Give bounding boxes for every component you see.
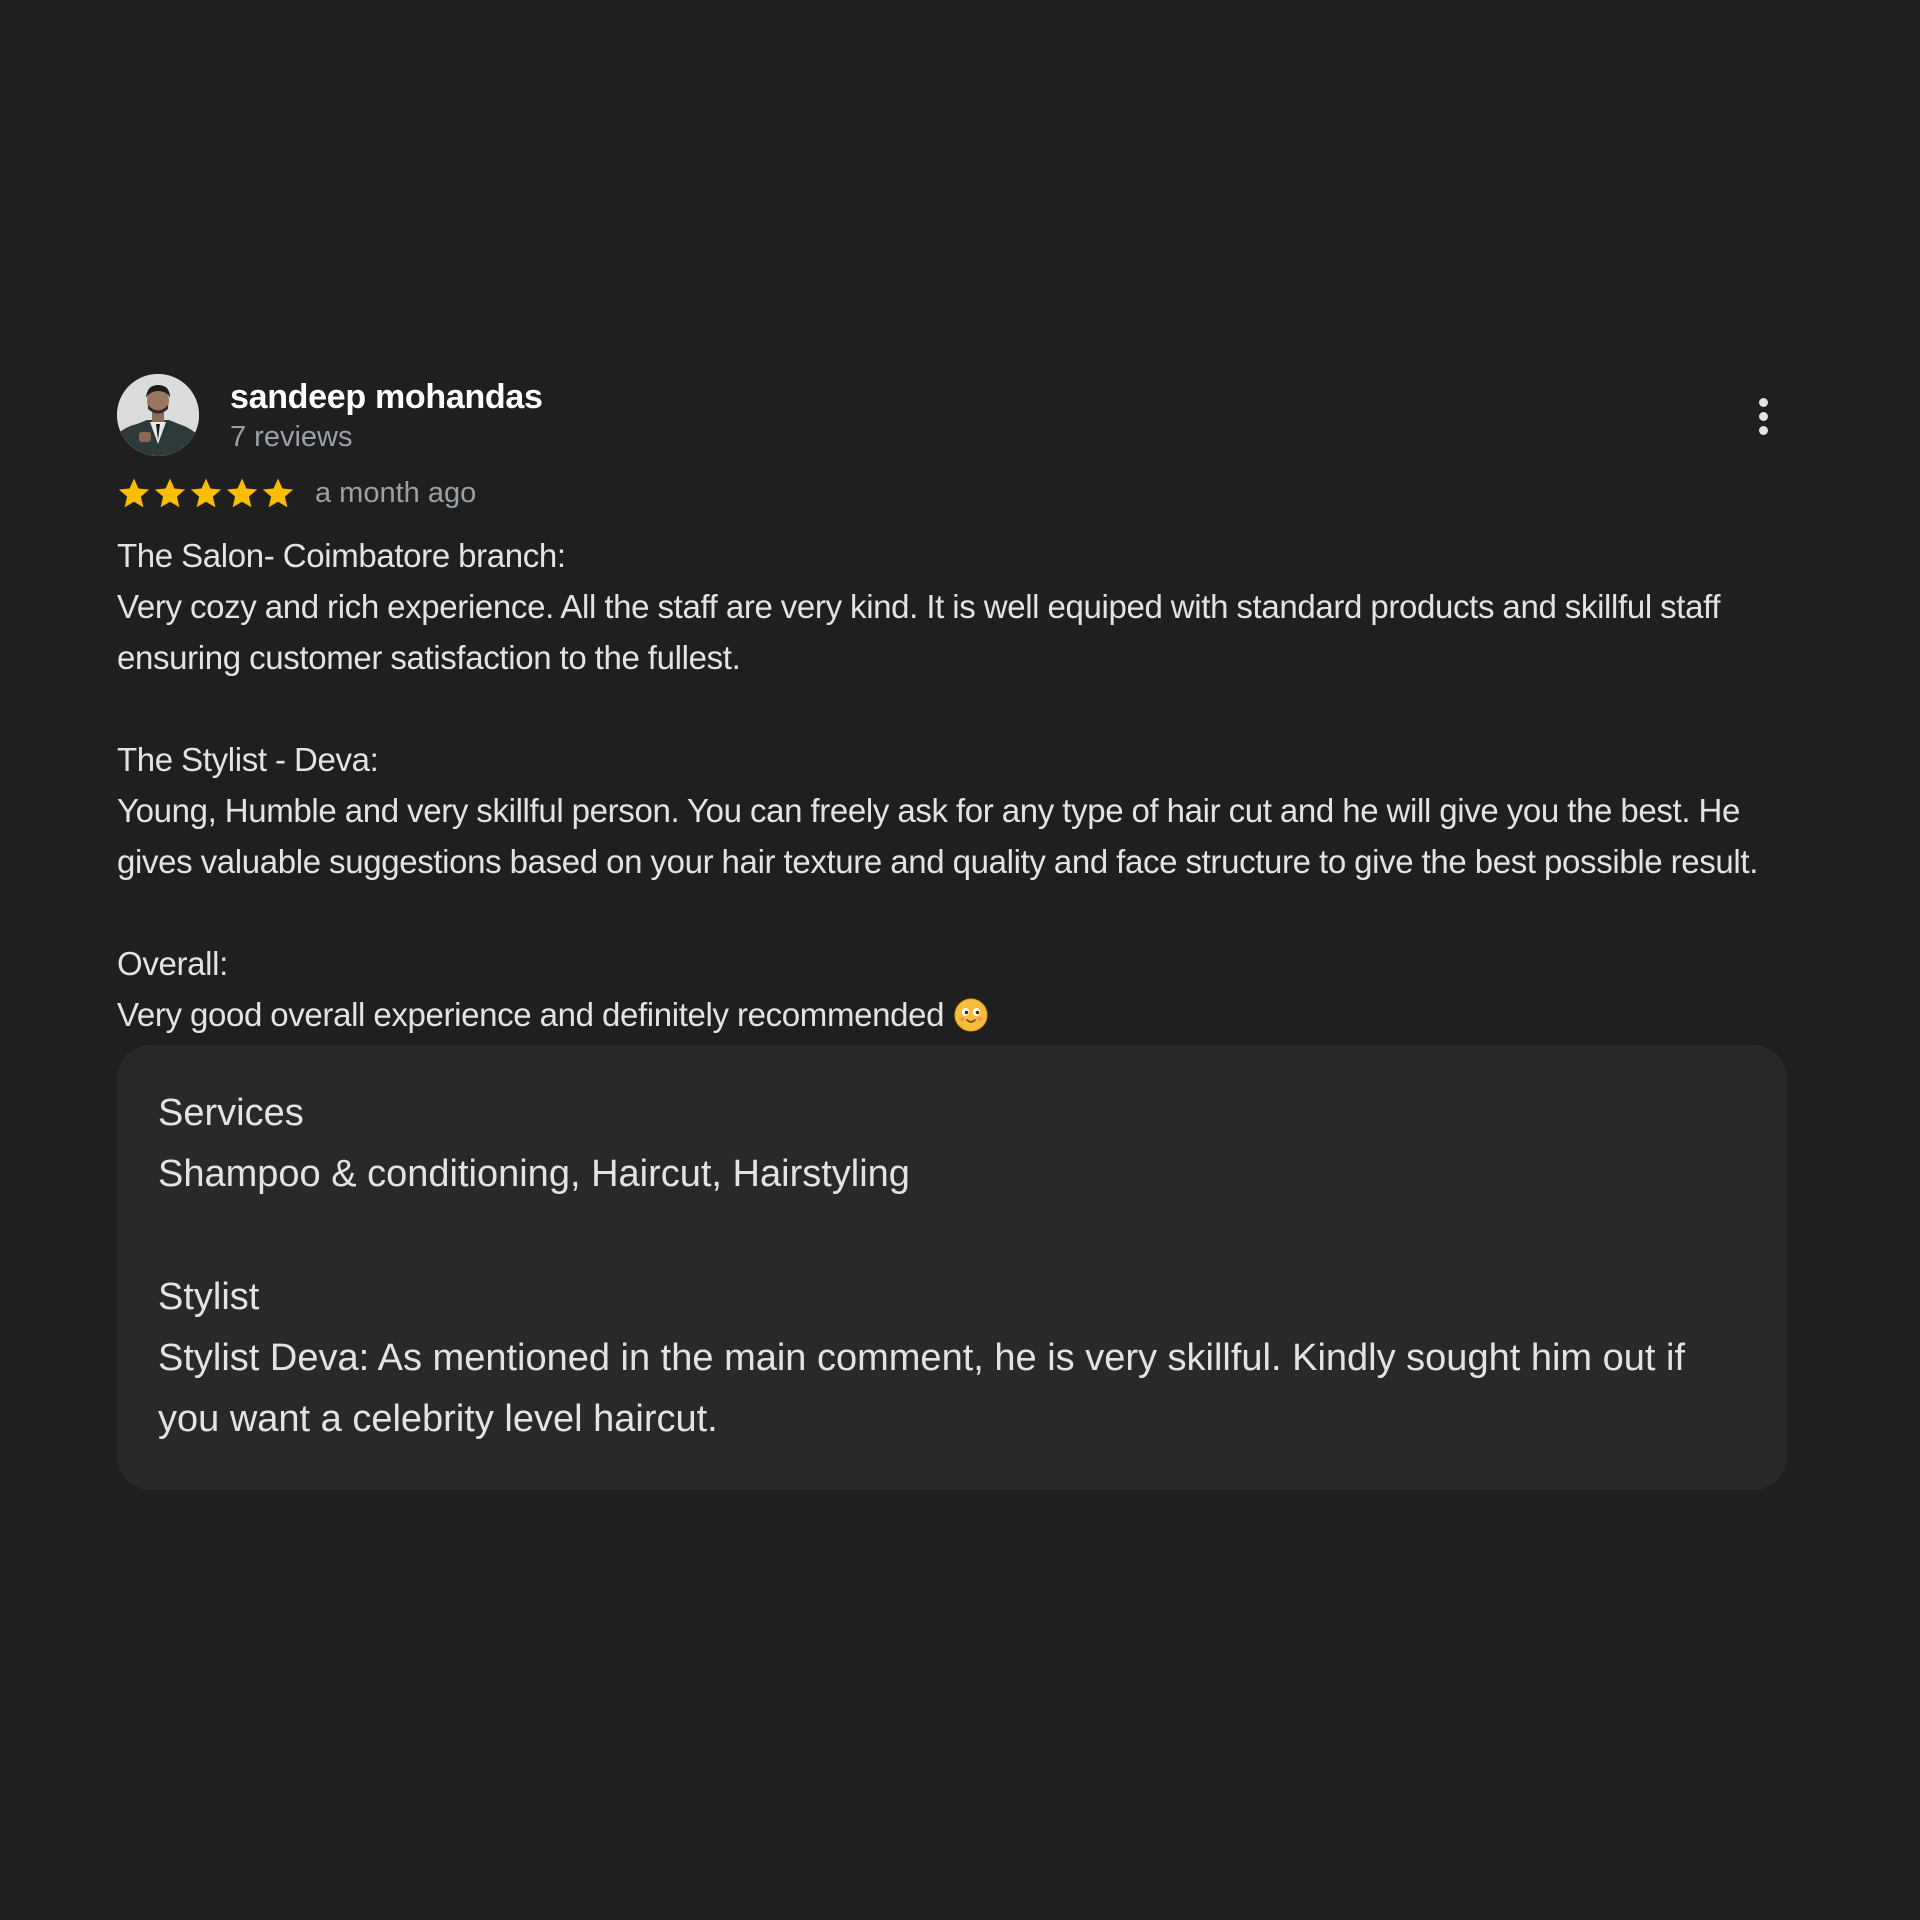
services-value: Shampoo & conditioning, Haircut, Hairsty… — [158, 1153, 910, 1195]
star-icon — [154, 478, 186, 508]
star-icon — [226, 478, 258, 508]
review-text: The Salon- Coimbatore branch: Very cozy … — [117, 530, 1787, 1040]
review-date: a month ago — [315, 476, 477, 509]
more-vert-icon-dot — [1758, 425, 1768, 435]
star-icon — [262, 478, 294, 508]
star-icon — [118, 478, 150, 508]
rating-row: a month ago — [117, 468, 1787, 518]
stylist-value: Stylist Deva: As mentioned in the main c… — [158, 1337, 1685, 1440]
overall-heading: Overall: — [117, 945, 228, 982]
avatar[interactable] — [117, 374, 199, 456]
stylist-body: Young, Humble and very skillful person. … — [117, 792, 1759, 880]
smiling-face-emoji-icon — [954, 998, 988, 1032]
star-rating — [117, 476, 295, 510]
salon-body: Very cozy and rich experience. All the s… — [117, 588, 1721, 676]
services-label: Services — [158, 1092, 304, 1134]
more-options-button[interactable] — [1739, 392, 1787, 440]
review-details-box: Services Shampoo & conditioning, Haircut… — [117, 1045, 1787, 1490]
author-review-count: 7 reviews — [230, 421, 353, 453]
stylist-label: Stylist — [158, 1276, 260, 1318]
more-vert-icon — [1758, 397, 1768, 407]
avatar-photo-icon — [117, 374, 199, 456]
star-icon — [190, 478, 222, 508]
overall-body: Very good overall experience and definit… — [117, 996, 945, 1033]
review-header: sandeep mohandas 7 reviews — [117, 372, 1787, 456]
overall-line: Very good overall experience and definit… — [117, 989, 1787, 1040]
author-name[interactable]: sandeep mohandas — [230, 378, 543, 417]
salon-heading: The Salon- Coimbatore branch: — [117, 537, 566, 574]
stylist-heading: The Stylist - Deva: — [117, 741, 379, 778]
details-spacer — [158, 1205, 1746, 1267]
review-card: sandeep mohandas 7 reviews a month ago T… — [117, 372, 1787, 1490]
more-vert-icon-dot — [1758, 411, 1768, 421]
